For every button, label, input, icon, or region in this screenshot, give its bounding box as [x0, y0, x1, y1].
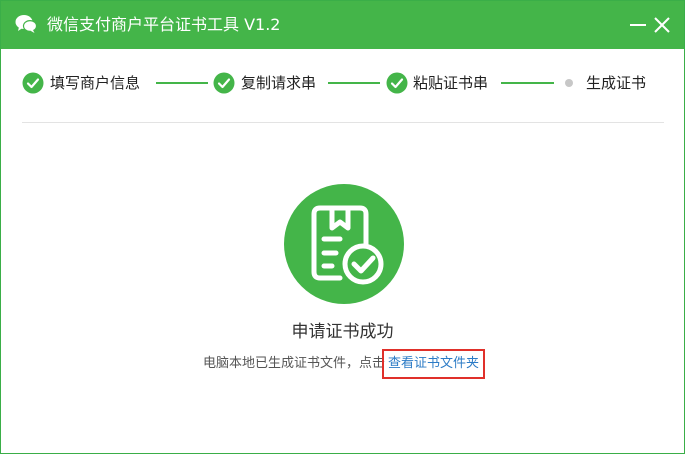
close-icon[interactable]: [653, 16, 671, 34]
window-title: 微信支付商户平台证书工具 V1.2: [47, 15, 281, 34]
wechat-logo-icon: [15, 15, 37, 33]
minimize-icon[interactable]: [629, 16, 647, 34]
step-connector-2: [328, 82, 380, 84]
step-3-check-icon: [386, 72, 408, 94]
step-1-label: 填写商户信息: [50, 74, 141, 92]
step-2-label: 复制请求串: [241, 74, 317, 92]
step-connector-3: [501, 82, 554, 84]
step-2-check-icon: [213, 72, 235, 94]
title-bar[interactable]: 微信支付商户平台证书工具 V1.2: [1, 1, 684, 49]
divider: [22, 122, 664, 123]
result-message-line: 电脑本地已生成证书文件，点击 查看证书文件夹: [1, 349, 684, 379]
certificate-success-icon: [284, 184, 404, 304]
step-4-label: 生成证书: [586, 74, 647, 92]
app-window: 微信支付商户平台证书工具 V1.2 填写商户信息 复制请求串 粘贴证书串 生成证…: [0, 0, 685, 454]
result-message: 电脑本地已生成证书文件，点击: [202, 356, 385, 371]
step-4-dot: [565, 79, 573, 87]
step-1-check-icon: [22, 72, 44, 94]
progress-steps: 填写商户信息 复制请求串 粘贴证书串 生成证书: [1, 69, 684, 97]
open-cert-folder-link[interactable]: 查看证书文件夹: [381, 349, 486, 379]
step-connector-1: [156, 82, 208, 84]
success-title: 申请证书成功: [291, 322, 394, 342]
step-3-label: 粘贴证书串: [413, 74, 489, 92]
